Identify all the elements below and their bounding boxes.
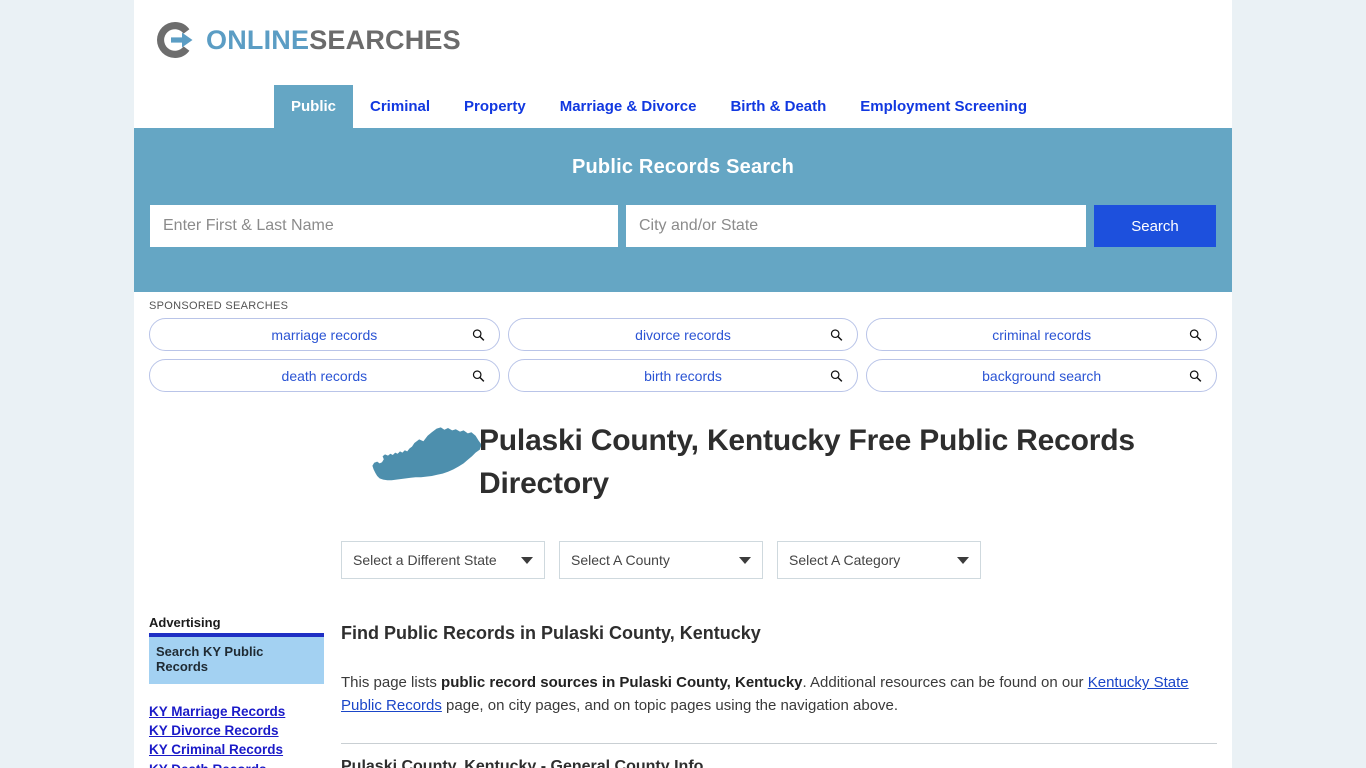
search-icon xyxy=(472,328,485,341)
paragraph-part-1: This page lists xyxy=(341,674,442,692)
sponsored-searches-label: SPONSORED SEARCHES xyxy=(149,300,289,312)
search-form: Search xyxy=(150,205,1216,247)
ad-box-text: Search KY Public Records xyxy=(156,644,264,675)
name-input[interactable] xyxy=(150,205,618,247)
search-icon xyxy=(831,328,843,341)
public-records-search-panel: Public Records Search Search xyxy=(134,128,1232,292)
sponsored-pill-divorce-records[interactable]: divorce records xyxy=(507,318,859,351)
primary-nav: Public Criminal Property Marriage & Divo… xyxy=(134,85,1232,128)
sponsored-searches: SPONSORED SEARCHES marriage records divo… xyxy=(134,292,1232,392)
sponsored-pill-criminal-records[interactable]: criminal records xyxy=(866,318,1218,351)
search-icon xyxy=(1189,369,1202,382)
city-state-input[interactable] xyxy=(626,205,1086,247)
intro-paragraph: This page lists public record sources in… xyxy=(341,672,1209,717)
nav-tab-employment-screening[interactable]: Employment Screening xyxy=(843,85,1044,128)
kentucky-state-map-icon xyxy=(372,427,482,481)
search-icon xyxy=(831,369,843,382)
circular-arrow-icon xyxy=(157,22,193,58)
filter-selects: Select a Different State Select A County… xyxy=(339,541,1217,580)
ad-box-search-ky-public-records[interactable]: Search KY Public Records xyxy=(149,633,324,684)
search-button[interactable]: Search xyxy=(1094,205,1216,247)
sidebar-link-ky-divorce-records[interactable]: KY Divorce Records xyxy=(149,721,324,740)
section-heading: Find Public Records in Pulaski County, K… xyxy=(341,623,761,644)
select-county-dropdown[interactable]: Select A County xyxy=(559,541,763,580)
search-icon xyxy=(1189,328,1202,341)
sponsored-pill-birth-records[interactable]: birth records xyxy=(507,359,859,392)
site-header: ONLINESEARCHES xyxy=(134,0,1232,85)
search-panel-title: Public Records Search xyxy=(571,156,795,178)
sponsored-pill-label: marriage records xyxy=(271,326,378,343)
nav-tab-birth-death[interactable]: Birth & Death xyxy=(713,85,843,128)
advertising-label: Advertising xyxy=(149,615,221,630)
page-title: Pulaski County, Kentucky Free Public Rec… xyxy=(479,424,1135,500)
kentucky-state-map-wrap xyxy=(339,418,482,491)
site-logo[interactable]: ONLINESEARCHES xyxy=(153,18,1232,62)
sponsored-pill-label: criminal records xyxy=(992,326,1092,343)
select-county-value: Select A County xyxy=(571,552,670,569)
select-category-dropdown[interactable]: Select A Category xyxy=(777,541,981,580)
paragraph-part-3: page, on city pages, and on topic pages … xyxy=(441,696,899,714)
sponsored-pill-marriage-records[interactable]: marriage records xyxy=(149,318,500,351)
select-state-value: Select a Different State xyxy=(353,552,497,569)
select-category-value: Select A Category xyxy=(789,552,901,569)
sponsored-pill-death-records[interactable]: death records xyxy=(149,359,500,392)
sponsored-row-1: marriage records divorce records crimina… xyxy=(149,318,1218,351)
sponsored-pill-label: background search xyxy=(982,367,1102,384)
sidebar-link-ky-death-records[interactable]: KY Death Records xyxy=(149,760,324,768)
page-title-block: Pulaski County, Kentucky Free Public Rec… xyxy=(339,418,1217,505)
logo-text-searches: SEARCHES xyxy=(309,24,461,55)
logo-wordmark: ONLINESEARCHES xyxy=(206,24,461,55)
logo-text-online: ONLINE xyxy=(206,24,310,55)
select-state-dropdown[interactable]: Select a Different State xyxy=(341,541,545,580)
content-divider xyxy=(341,743,1217,745)
sponsored-row-2: death records birth records background s… xyxy=(149,359,1218,392)
paragraph-bold-1: public record sources in Pulaski County,… xyxy=(441,674,803,692)
body-wrapper: Advertising Search KY Public Records KY … xyxy=(134,400,1232,768)
general-county-info-heading: Pulaski County, Kentucky - General Count… xyxy=(341,758,704,768)
chevron-down-icon xyxy=(739,556,751,564)
nav-tab-criminal[interactable]: Criminal xyxy=(353,85,447,128)
sponsored-pill-label: death records xyxy=(281,367,368,384)
sponsored-pill-background-search[interactable]: background search xyxy=(866,359,1218,392)
paragraph-part-2: . Additional resources can be found on o… xyxy=(802,674,1088,692)
sidebar-links: KY Marriage Records KY Divorce Records K… xyxy=(149,702,324,768)
sponsored-pill-label: birth records xyxy=(644,367,722,384)
chevron-down-icon xyxy=(957,556,969,564)
main-content: Pulaski County, Kentucky Free Public Rec… xyxy=(324,418,1217,768)
sidebar-link-ky-criminal-records[interactable]: KY Criminal Records xyxy=(149,740,324,759)
nav-tab-property[interactable]: Property xyxy=(447,85,543,128)
nav-tab-public[interactable]: Public xyxy=(274,85,354,128)
search-icon xyxy=(472,369,485,382)
site-container: ONLINESEARCHES Public Criminal Property … xyxy=(134,0,1232,768)
page-root: ONLINESEARCHES Public Criminal Property … xyxy=(0,0,1366,768)
chevron-down-icon xyxy=(521,556,533,564)
sponsored-pill-label: divorce records xyxy=(635,326,731,343)
nav-tab-marriage-divorce[interactable]: Marriage & Divorce xyxy=(543,85,714,128)
left-sidebar: Advertising Search KY Public Records KY … xyxy=(149,418,324,768)
sidebar-link-ky-marriage-records[interactable]: KY Marriage Records xyxy=(149,702,324,721)
